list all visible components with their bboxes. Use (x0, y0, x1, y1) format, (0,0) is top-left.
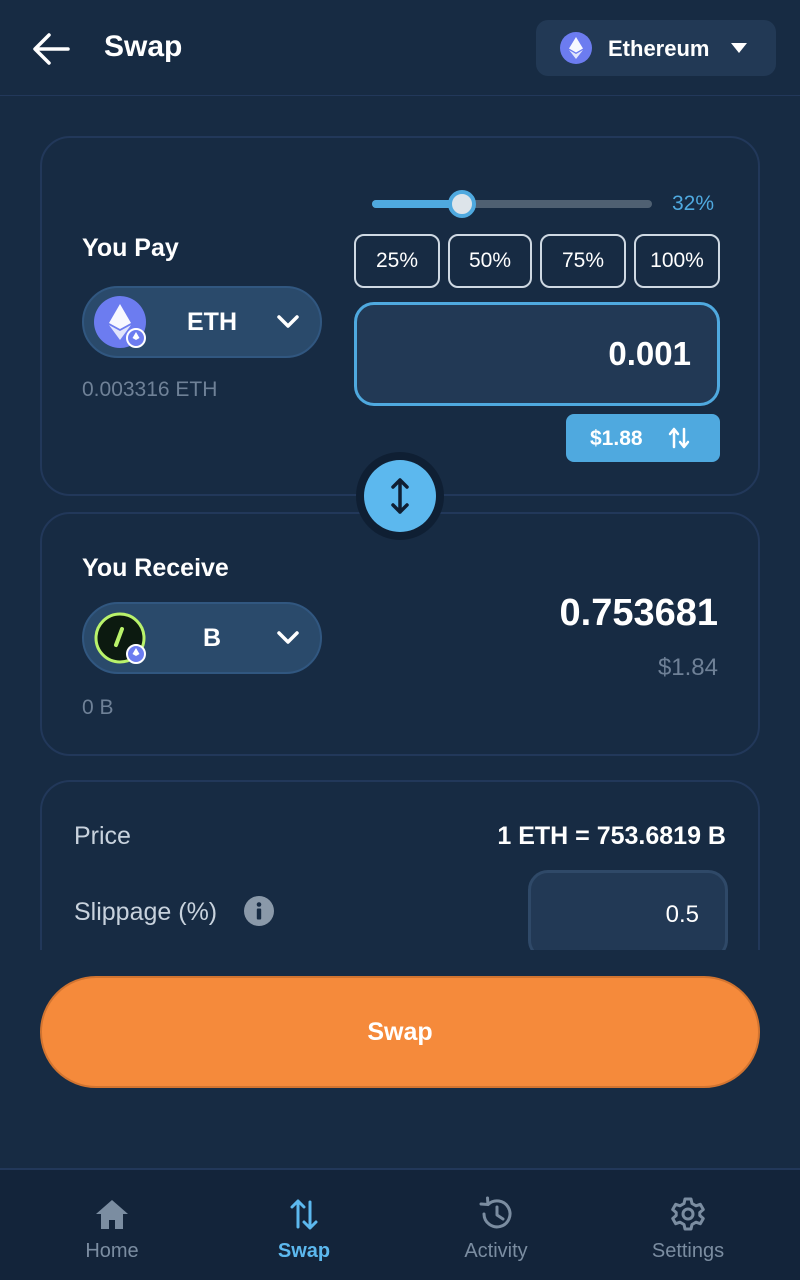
slippage-input[interactable]: 0.5 (528, 870, 728, 950)
details-card: Price 1 ETH = 753.6819 B Slippage (%) 0.… (40, 780, 760, 950)
swap-button[interactable]: Swap (40, 976, 760, 1088)
slider-thumb[interactable] (447, 190, 476, 218)
back-arrow-icon[interactable] (30, 30, 72, 68)
network-label: Ethereum (608, 36, 710, 61)
percent-50-button[interactable]: 50% (448, 234, 532, 288)
arrows-vertical-icon (391, 478, 409, 514)
percent-100-button[interactable]: 100% (634, 234, 720, 288)
b-token-icon (94, 612, 146, 664)
chevron-down-icon (277, 631, 299, 644)
swap-screen: Swap Ethereum You Pay ETH 0.003316 ETH 3… (0, 0, 800, 1280)
page-title: Swap (104, 30, 183, 63)
flip-button-circle (364, 460, 436, 532)
network-selector[interactable]: Ethereum (536, 20, 776, 76)
receive-amount: 0.753681 (559, 592, 719, 634)
chevron-down-icon (277, 315, 299, 328)
pay-card: You Pay ETH 0.003316 ETH 32% 25% 50% 75%… (40, 136, 760, 496)
nav-label-activity: Activity (464, 1240, 528, 1262)
pay-title: You Pay (82, 234, 179, 262)
pay-token-symbol: ETH (187, 308, 237, 336)
pay-token-selector[interactable]: ETH (82, 286, 322, 358)
home-icon (96, 1200, 128, 1229)
percent-75-button[interactable]: 75% (540, 234, 626, 288)
nav-item-swap[interactable]: Swap (224, 1170, 384, 1280)
nav-item-home[interactable]: Home (32, 1170, 192, 1280)
nav-item-settings[interactable]: Settings (608, 1170, 768, 1280)
price-label: Price (74, 822, 131, 850)
percent-25-button[interactable]: 25% (354, 234, 440, 288)
receive-balance: 0 B (82, 696, 114, 719)
header: Swap Ethereum (0, 0, 800, 96)
price-value: 1 ETH = 753.6819 B (497, 822, 726, 850)
info-icon[interactable] (244, 896, 274, 926)
slippage-label: Slippage (%) (74, 898, 218, 926)
pay-usd-value: $1.88 (590, 427, 643, 450)
gear-icon (671, 1197, 705, 1231)
flip-tokens-button[interactable] (356, 452, 444, 540)
nav-label-settings: Settings (651, 1240, 725, 1262)
history-icon (479, 1196, 512, 1229)
nav-label-home: Home (85, 1240, 139, 1262)
usd-toggle-button[interactable]: $1.88 (566, 414, 720, 462)
swap-vertical-icon (668, 427, 690, 449)
receive-card: You Receive B 0 B 0.753681 $1.84 (40, 512, 760, 756)
nav-label-swap: Swap (277, 1240, 331, 1262)
pay-balance: 0.003316 ETH (82, 378, 218, 401)
receive-token-symbol: B (202, 624, 222, 652)
receive-usd-value: $1.84 (657, 654, 718, 681)
swap-icon (290, 1199, 318, 1230)
amount-slider[interactable] (372, 190, 652, 218)
slider-percent: 32% (672, 192, 715, 215)
receive-title: You Receive (82, 554, 229, 582)
eth-token-icon (94, 296, 146, 348)
nav-item-activity[interactable]: Activity (416, 1170, 576, 1280)
receive-token-selector[interactable]: B (82, 602, 322, 674)
ethereum-icon (560, 32, 592, 64)
bottom-navigation: Home Swap Activity Settings (0, 1168, 800, 1280)
pay-amount-input[interactable]: 0.001 (354, 302, 720, 406)
caret-down-icon (731, 43, 747, 53)
